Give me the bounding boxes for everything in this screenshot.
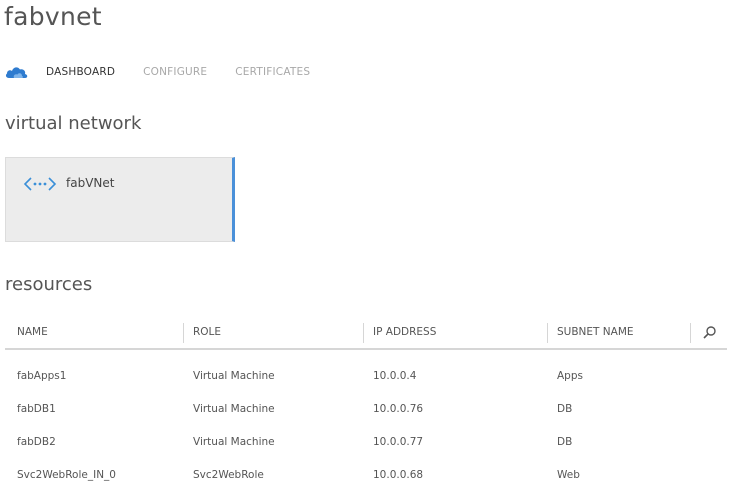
column-divider	[547, 323, 548, 343]
cell-ip-address: 10.0.0.4	[373, 370, 417, 382]
resources-heading: resources	[5, 274, 93, 295]
table-row[interactable]: fabApps1 Virtual Machine 10.0.0.4 Apps	[5, 362, 727, 395]
tab-bar: DASHBOARD CONFIGURE CERTIFICATES	[5, 62, 338, 82]
network-icon	[23, 175, 57, 193]
column-divider	[690, 323, 691, 343]
column-divider	[183, 323, 184, 343]
column-header-name[interactable]: NAME	[17, 326, 48, 338]
cell-subnet-name: Web	[557, 469, 580, 481]
tab-dashboard[interactable]: DASHBOARD	[46, 66, 115, 78]
page-title: fabvnet	[4, 2, 102, 31]
column-header-subnet-name[interactable]: SUBNET NAME	[557, 326, 634, 338]
table-row[interactable]: fabDB1 Virtual Machine 10.0.0.76 DB	[5, 395, 727, 428]
virtual-network-name: fabVNet	[66, 176, 115, 190]
tab-certificates[interactable]: CERTIFICATES	[235, 66, 310, 78]
cloud-icon	[5, 64, 29, 80]
column-header-ip-address[interactable]: IP ADDRESS	[373, 326, 436, 338]
virtual-network-tile[interactable]: fabVNet	[5, 157, 235, 242]
cell-subnet-name: DB	[557, 436, 573, 448]
tab-configure[interactable]: CONFIGURE	[143, 66, 207, 78]
cell-name: fabApps1	[17, 370, 67, 382]
cell-ip-address: 10.0.0.76	[373, 403, 424, 415]
cell-name: fabDB1	[17, 403, 56, 415]
cell-ip-address: 10.0.0.77	[373, 436, 424, 448]
table-row[interactable]: Svc2WebRole_IN_0 Svc2WebRole 10.0.0.68 W…	[5, 461, 727, 494]
virtual-network-heading: virtual network	[5, 113, 142, 134]
cell-role: Virtual Machine	[193, 370, 275, 382]
cell-subnet-name: Apps	[557, 370, 583, 382]
resources-table: NAME ROLE IP ADDRESS SUBNET NAME fabApps…	[5, 315, 727, 494]
table-row[interactable]: fabDB2 Virtual Machine 10.0.0.77 DB	[5, 428, 727, 461]
cell-role: Virtual Machine	[193, 403, 275, 415]
column-divider	[363, 323, 364, 343]
cell-subnet-name: DB	[557, 403, 573, 415]
table-header: NAME ROLE IP ADDRESS SUBNET NAME	[5, 315, 727, 350]
search-icon[interactable]	[701, 324, 719, 342]
cell-role: Virtual Machine	[193, 436, 275, 448]
cell-ip-address: 10.0.0.68	[373, 469, 424, 481]
cell-role: Svc2WebRole	[193, 469, 264, 481]
cell-name: fabDB2	[17, 436, 56, 448]
cell-name: Svc2WebRole_IN_0	[17, 469, 116, 481]
column-header-role[interactable]: ROLE	[193, 326, 221, 338]
